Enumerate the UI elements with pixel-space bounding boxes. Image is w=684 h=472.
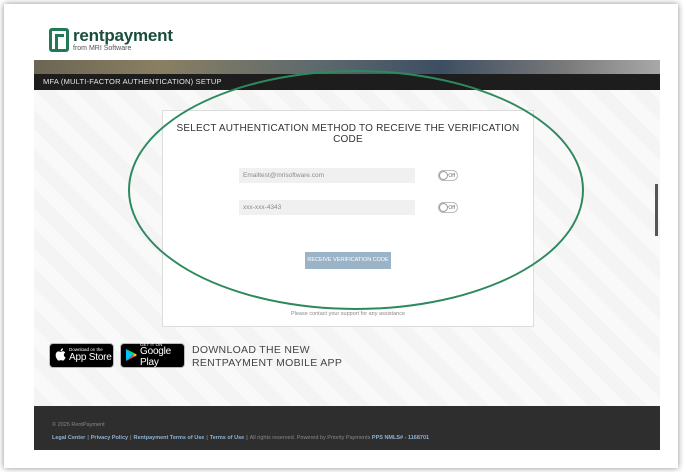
rentpayment-terms-link[interactable]: Rentpayment Terms of Use (134, 435, 205, 441)
google-play-button[interactable]: GET IT ON Google Play (120, 342, 185, 368)
google-play-icon (126, 348, 137, 363)
scrollbar[interactable] (655, 184, 658, 236)
app-store-big-text: App Store (69, 351, 112, 363)
license-link[interactable]: PPS NMLS# - 1168701 (372, 435, 429, 441)
browser-frame: rentpayment from MRI Software MFA (MULTI… (4, 4, 678, 468)
toggle-knob (439, 171, 448, 180)
footer: © 2025 RentPayment Legal Center | Privacy … (34, 406, 660, 450)
rights-text: All rights reserved. Powered by Priority… (249, 435, 371, 441)
brand-logo[interactable]: rentpayment from MRI Software (49, 27, 173, 52)
privacy-policy-link[interactable]: Privacy Policy (91, 435, 128, 441)
email-field[interactable]: Emailtest@mrisoftware.com (239, 168, 415, 183)
page-title: MFA (MULTI-FACTOR AUTHENTICATION) SETUP (34, 74, 660, 90)
support-text: Please contact your support for any assi… (290, 311, 406, 317)
phone-toggle-label: Off (448, 205, 455, 211)
download-line-1: DOWNLOAD THE NEW (192, 344, 310, 356)
google-play-big-text: Google Play (140, 346, 172, 368)
phone-field[interactable]: xxx-xxx-4343 (239, 200, 415, 215)
toggle-knob (439, 203, 448, 212)
terms-of-use-link[interactable]: Terms of Use (210, 435, 244, 441)
card-heading: SELECT AUTHENTICATION METHOD TO RECEIVE … (176, 123, 520, 145)
brand-subtitle: from MRI Software (73, 45, 132, 52)
email-toggle-label: Off (448, 173, 455, 179)
email-toggle[interactable]: Off (438, 170, 458, 181)
receive-verification-code-button[interactable]: RECEIVE VERIFICATION CODE (305, 252, 391, 269)
legal-center-link[interactable]: Legal Center (52, 435, 85, 441)
header-banner-image (34, 60, 660, 74)
app-store-button[interactable]: Download on the App Store (49, 343, 114, 368)
download-app-text: DOWNLOAD THE NEW RENTPAYMENT MOBILE APP (192, 344, 342, 370)
download-line-2: RENTPAYMENT MOBILE APP (192, 357, 343, 369)
mfa-card: SELECT AUTHENTICATION METHOD TO RECEIVE … (162, 110, 534, 327)
rentpayment-logo-icon (49, 27, 69, 52)
brand-name: rentpayment (73, 26, 173, 45)
copyright: © 2025 RentPayment (52, 422, 105, 428)
apple-icon (55, 348, 66, 363)
footer-links: Legal Center | Privacy Policy | Rentpayment … (52, 435, 430, 441)
phone-toggle[interactable]: Off (438, 202, 458, 213)
